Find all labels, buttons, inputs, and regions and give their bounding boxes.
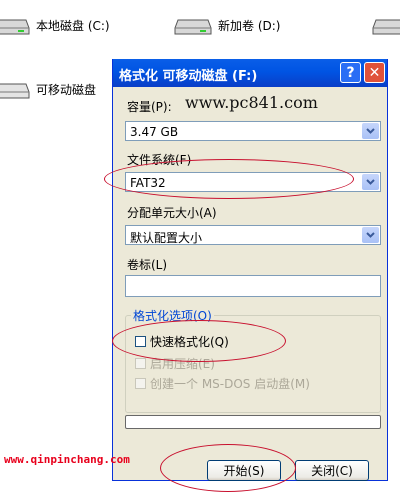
drive-next[interactable] [372,12,400,38]
checkbox-icon [135,378,146,389]
checkbox-label: 创建一个 MS-DOS 启动盘(M) [150,377,310,391]
capacity-select[interactable]: 3.47 GB [125,121,381,141]
format-progress-bar [125,415,381,429]
hard-drive-icon [174,19,212,35]
format-dialog: 格式化 可移动磁盘 (F:) ? ✕ 容量(P): 3.47 GB 文件系统(F… [112,59,388,481]
msdos-startup-checkbox: 创建一个 MS-DOS 启动盘(M) [135,375,310,392]
checkbox-label: 快速格式化(Q) [150,335,229,349]
drive-c[interactable]: 本地磁盘 (C:) [0,12,110,38]
quick-format-checkbox[interactable]: 快速格式化(Q) [135,333,229,350]
drive-label: 新加卷 (D:) [218,18,281,33]
drive-label: 可移动磁盘 [36,82,97,97]
allocation-label: 分配单元大小(A) [127,206,217,220]
drive-d[interactable]: 新加卷 (D:) [174,12,280,38]
allocation-value: 默认配置大小 [130,231,203,245]
removable-drive-icon [0,83,30,99]
hard-drive-icon [0,19,30,35]
help-button[interactable]: ? [340,62,361,83]
volume-label: 卷标(L) [127,258,168,272]
checkbox-icon[interactable] [135,336,146,347]
start-button[interactable]: 开始(S) [207,460,281,481]
chevron-down-icon[interactable] [362,123,379,139]
format-options-title: 格式化选项(O) [131,307,214,324]
enable-compression-checkbox: 启用压缩(E) [135,355,215,372]
close-button[interactable]: 关闭(C) [295,460,369,481]
chevron-down-icon[interactable] [362,174,379,190]
filesystem-value: FAT32 [130,176,166,190]
watermark-top: www.pc841.com [185,93,318,112]
checkbox-icon [135,358,146,369]
filesystem-label: 文件系统(F) [127,153,192,167]
drive-label: 本地磁盘 (C:) [36,18,110,33]
chevron-down-icon[interactable] [362,227,379,243]
checkbox-label: 启用压缩(E) [150,357,215,371]
title-bar[interactable]: 格式化 可移动磁盘 (F:) ? ✕ [113,59,387,87]
volume-input[interactable] [125,275,381,297]
allocation-select[interactable]: 默认配置大小 [125,225,381,245]
drive-removable[interactable]: 可移动磁盘 [0,76,96,102]
watermark-bottom: www.qinpinchang.com [4,453,130,466]
capacity-value: 3.47 GB [130,125,179,139]
close-window-button[interactable]: ✕ [364,62,385,83]
hard-drive-icon [372,19,400,35]
filesystem-select[interactable]: FAT32 [125,172,381,192]
capacity-label: 容量(P): [127,100,172,114]
dialog-title: 格式化 可移动磁盘 (F:) [119,69,258,84]
